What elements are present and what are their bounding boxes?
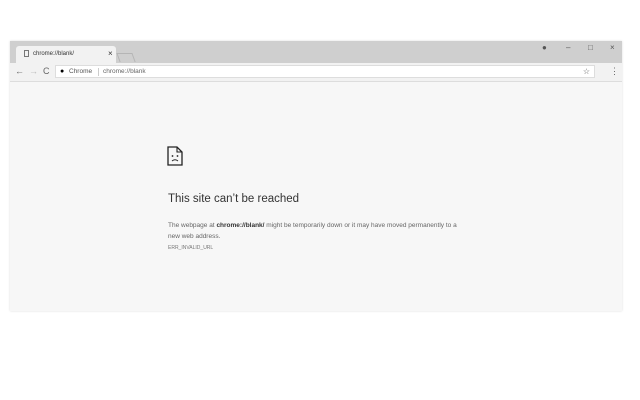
bookmark-star-icon[interactable]: ☆ — [583, 66, 590, 78]
profile-icon[interactable]: ● — [542, 43, 547, 52]
tab-close-icon[interactable]: × — [108, 49, 113, 58]
separator — [98, 68, 99, 76]
chrome-info-icon: ● — [60, 68, 65, 75]
error-code: ERR_INVALID_URL — [168, 245, 214, 251]
menu-button[interactable]: ⋮ — [610, 66, 619, 77]
minimize-button[interactable]: – — [566, 43, 570, 52]
toolbar: ← → C ● Chrome chrome://blank ☆ ⋮ — [10, 63, 622, 82]
url-text[interactable]: chrome://blank — [103, 66, 146, 78]
page-icon — [24, 50, 29, 57]
back-button[interactable]: ← — [15, 66, 24, 76]
message-url: chrome://blank/ — [216, 222, 265, 229]
tab-active[interactable]: chrome://blank/ × — [16, 46, 116, 63]
error-title: This site can’t be reached — [168, 193, 300, 205]
address-bar[interactable]: ● Chrome chrome://blank ☆ — [55, 65, 595, 78]
close-window-button[interactable]: × — [610, 43, 615, 52]
error-message: The webpage at chrome://blank/ might be … — [168, 220, 468, 242]
new-tab-button[interactable] — [116, 53, 136, 62]
message-prefix: The webpage at — [168, 222, 217, 229]
browser-window: chrome://blank/ × ● – □ × ← → C ● Chrome… — [10, 41, 622, 311]
forward-button[interactable]: → — [29, 66, 38, 76]
security-chip: Chrome — [69, 68, 93, 75]
tab-title: chrome://blank/ — [33, 51, 75, 57]
reload-button[interactable]: C — [43, 66, 50, 76]
maximize-button[interactable]: □ — [588, 43, 593, 52]
sad-page-icon — [167, 146, 183, 166]
tab-strip: chrome://blank/ × ● – □ × — [10, 41, 622, 63]
